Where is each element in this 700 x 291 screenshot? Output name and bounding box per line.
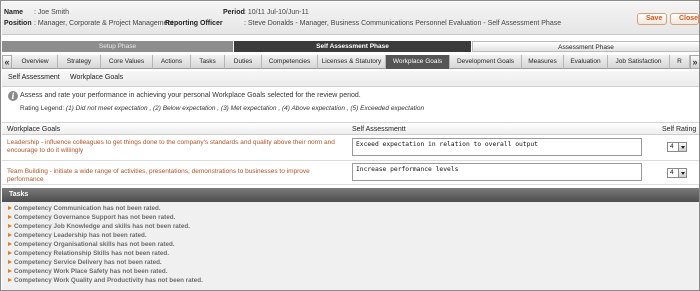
list-item: Competency Communication has not been ra… [8, 204, 161, 213]
officer-label: Reporting Officer [165, 20, 223, 27]
table-row: Leadership - influence colleagues to get… [2, 135, 699, 161]
position-row: Position : Manager, Corporate & Project … [4, 19, 173, 29]
tab-development-goals[interactable]: Development Goals [450, 55, 522, 69]
list-item: Competency Work Place Safety has not bee… [8, 267, 168, 276]
position-value: : Manager, Corporate & Project Managemen… [34, 20, 174, 27]
section-tabs: « Overview Strategy Core Values Actions … [2, 55, 699, 69]
phase-tab-setup[interactable]: Setup Phase [2, 41, 234, 52]
bullet-icon [8, 206, 12, 210]
tab-measures[interactable]: Measures [522, 55, 564, 69]
tab-workplace-goals[interactable]: Workplace Goals [386, 55, 450, 69]
intro-text: Assess and rate your performance in achi… [20, 92, 361, 99]
info-icon: i [8, 91, 18, 101]
goal-description: Leadership - influence colleagues to get… [7, 139, 335, 154]
name-value: : Joe Smith [34, 9, 70, 16]
header-self-rating: Self Rating [662, 126, 697, 133]
period-value: : 10/11 Jul-10/Jun-11 [244, 9, 309, 16]
save-button[interactable]: Save [637, 13, 667, 25]
tabs-scroll-right-icon[interactable]: » [690, 55, 699, 69]
self-assessment-textarea[interactable]: Exceed expectation in relation to overal… [352, 138, 642, 156]
rating-legend: Rating Legend: (1) Did not meet expectat… [20, 105, 424, 112]
tab-tasks[interactable]: Tasks [191, 55, 225, 69]
list-item: Competency Work Quality and Productivity… [8, 276, 203, 285]
tab-actions[interactable]: Actions [153, 55, 191, 69]
officer-row: Reporting Officer : Steve Donalds - Mana… [165, 19, 561, 29]
self-rating-value: 4 [670, 169, 674, 176]
goals-table-header: Workplace Goals Self Assessmentt Self Ra… [2, 122, 699, 135]
header-self-assessment: Self Assessmentt [352, 126, 406, 133]
bullet-icon [8, 251, 12, 255]
header-workplace-goals: Workplace Goals [7, 126, 61, 133]
bullet-icon [8, 269, 12, 273]
list-item: Competency Relationship Skills has not b… [8, 249, 169, 258]
self-rating-value: 4 [670, 143, 674, 150]
rating-legend-label: Rating Legend: [20, 105, 65, 112]
tab-strategy[interactable]: Strategy [58, 55, 101, 69]
phase-tab-assessment[interactable]: Assessment Phase [472, 41, 699, 52]
header-bar: Name : Joe Smith Position : Manager, Cor… [2, 2, 699, 35]
tab-job-satisfaction[interactable]: Job Satisfaction [608, 55, 670, 69]
list-item: Competency Leadership has not been rated… [8, 231, 147, 240]
bullet-icon [8, 278, 12, 282]
breadcrumb-section: Self Assessment [8, 74, 60, 81]
phase-tab-self-assessment[interactable]: Self Assessment Phase [234, 41, 472, 52]
tasks-header: Tasks [2, 188, 699, 202]
self-rating-select[interactable]: 4 [667, 168, 687, 178]
list-item: Competency Organisational skills has not… [8, 240, 175, 249]
phase-tabs: Setup Phase Self Assessment Phase Assess… [2, 41, 699, 52]
chevron-down-icon[interactable] [678, 143, 686, 151]
list-item: Competency Service Delivery has not been… [8, 258, 162, 267]
self-rating-select[interactable]: 4 [667, 142, 687, 152]
tabs-scroll-left-icon[interactable]: « [2, 55, 12, 69]
tab-evaluation[interactable]: Evaluation [564, 55, 608, 69]
rating-legend-text: (1) Did not meet expectation , (2) Below… [65, 105, 425, 112]
period-label: Period [223, 9, 245, 16]
bullet-icon [8, 242, 12, 246]
chevron-down-icon[interactable] [678, 169, 686, 177]
tab-licenses-statutory[interactable]: Licenses & Statutory [318, 55, 386, 69]
name-label: Name [4, 9, 24, 16]
self-assessment-textarea[interactable]: Increase performance levels [352, 163, 642, 181]
bullet-icon [8, 260, 12, 264]
close-button[interactable]: Close [670, 13, 699, 25]
list-item: Competency Governance Support has not be… [8, 213, 175, 222]
officer-value: : Steve Donalds - Manager, Business Comm… [244, 20, 562, 27]
tab-core-values[interactable]: Core Values [101, 55, 153, 69]
tab-competencies[interactable]: Competencies [262, 55, 318, 69]
tab-duties[interactable]: Duties [225, 55, 262, 69]
table-row: Team Building - initiate a wide range of… [2, 161, 699, 185]
position-label: Position [4, 20, 32, 27]
bullet-icon [8, 233, 12, 237]
bullet-icon [8, 215, 12, 219]
breadcrumb: Self Assessment Workplace Goals [2, 71, 699, 87]
bullet-icon [8, 224, 12, 228]
breadcrumb-page: Workplace Goals [70, 74, 124, 81]
goal-description: Team Building - initiate a wide range of… [7, 168, 310, 183]
name-row: Name : Joe Smith [4, 8, 69, 18]
tab-overview[interactable]: Overview [13, 55, 58, 69]
app-window: Name : Joe Smith Position : Manager, Cor… [0, 0, 700, 291]
tab-truncated[interactable]: R [670, 55, 690, 69]
list-item: Competency Job Knowledge and skills has … [8, 222, 190, 231]
tasks-list: Competency Communication has not been ra… [2, 202, 699, 290]
